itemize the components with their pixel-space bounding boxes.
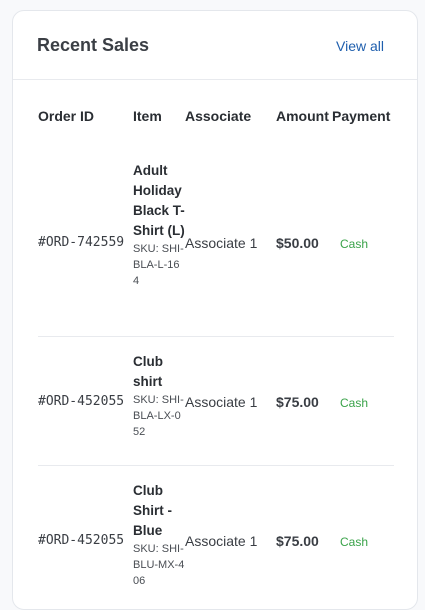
sales-table[interactable]: Order ID Item Associate Amount Payment #… [38,80,394,609]
table-row[interactable]: #ORD-452055 Club Shirt - Blue SKU: SHI-B… [38,466,394,609]
item-sku: SKU: SHI-BLU-MX-406 [133,543,185,587]
associate-name: Associate 1 [185,235,258,251]
associate-name: Associate 1 [185,533,258,549]
column-header-amount[interactable]: Amount [276,108,329,124]
table-row[interactable]: #ORD-742559 Adult Holiday Black T-Shirt … [38,142,394,337]
column-header-item[interactable]: Item [133,108,162,124]
view-all-link[interactable]: View all [336,38,384,54]
item-sku: SKU: SHI-BLA-L-164 [133,243,184,287]
sale-amount: $75.00 [276,394,319,410]
item-name: Adult Holiday Black T-Shirt (L) [133,163,185,238]
payment-method-badge: Cash [340,535,369,549]
recent-sales-card: Recent Sales View all Order ID Item Asso… [12,10,418,610]
associate-name: Associate 1 [185,394,258,410]
payment-method-badge: Cash [340,237,369,251]
sale-amount: $75.00 [276,533,319,549]
item-cell: Club Shirt - Blue SKU: SHI-BLU-MX-406 [133,481,185,589]
payment-method-badge: Cash [340,396,369,410]
item-sku: SKU: SHI-BLA-LX-052 [133,394,184,438]
column-header-associate[interactable]: Associate [185,108,251,124]
column-header-order-id[interactable]: Order ID [38,108,94,124]
order-id[interactable]: #ORD-452055 [38,533,124,548]
item-cell: Adult Holiday Black T-Shirt (L) SKU: SHI… [133,161,185,289]
item-cell: Club shirt SKU: SHI-BLA-LX-052 [133,352,185,440]
column-header-payment[interactable]: Payment [332,108,390,124]
card-header: Recent Sales View all [13,11,417,80]
card-title: Recent Sales [37,35,150,55]
order-id[interactable]: #ORD-452055 [38,394,124,409]
item-name: Club Shirt - Blue [133,483,172,538]
table-header-row: Order ID Item Associate Amount Payment [38,80,394,142]
order-id[interactable]: #ORD-742559 [38,235,124,250]
sale-amount: $50.00 [276,235,319,251]
table-row[interactable]: #ORD-452055 Club shirt SKU: SHI-BLA-LX-0… [38,337,394,466]
item-name: Club shirt [133,354,163,389]
